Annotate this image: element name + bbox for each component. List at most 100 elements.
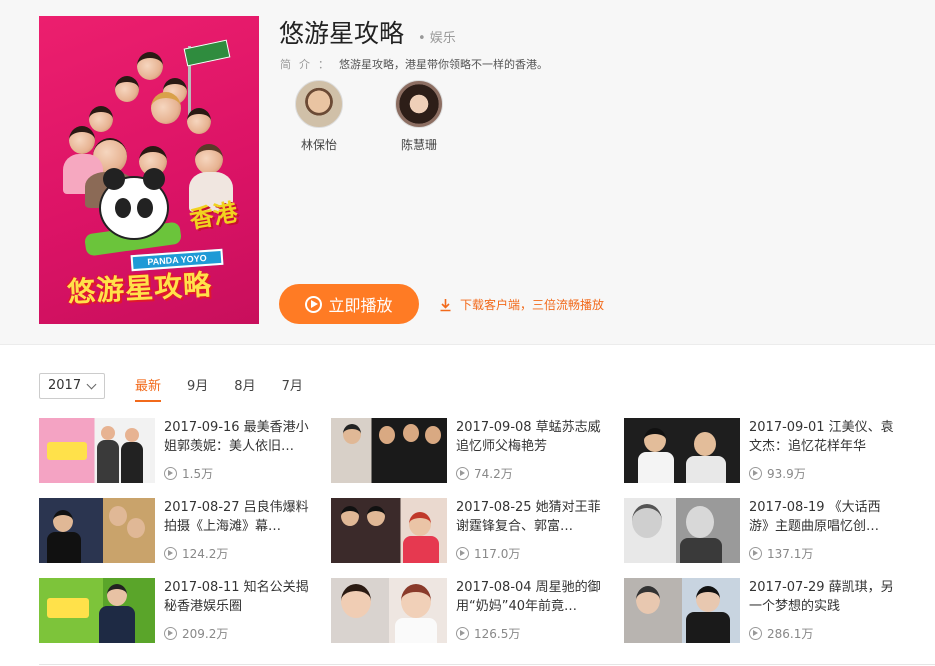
- cast-member[interactable]: 陈慧珊: [384, 80, 454, 153]
- poster-person: [89, 106, 113, 132]
- episode-views: 137.1万: [749, 545, 813, 562]
- episode-thumbnail[interactable]: [39, 418, 155, 483]
- poster-person: [115, 76, 139, 102]
- episode-card[interactable]: 2017-09-08 草蜢苏志威追忆师父梅艳芳 74.2万: [331, 418, 601, 484]
- episode-thumbnail[interactable]: [331, 418, 447, 483]
- panda-eye: [137, 198, 153, 218]
- genre-separator-icon: •: [418, 31, 426, 46]
- thumb-person: [101, 426, 115, 440]
- episode-title[interactable]: 2017-09-16 最美香港小姐郭羡妮：美人依旧…: [164, 418, 309, 456]
- year-select[interactable]: 2017: [39, 373, 105, 399]
- episode-title[interactable]: 2017-08-11 知名公关揭秘香港娱乐圈: [164, 578, 309, 616]
- intro-label: 简介：: [280, 58, 337, 71]
- thumb-person: [127, 518, 145, 538]
- poster-person: [151, 92, 181, 124]
- month-tabs: 最新 9月 8月 7月: [135, 375, 329, 402]
- view-count: 209.2万: [182, 627, 229, 641]
- download-client-label: 下载客户端，三倍流畅播放: [460, 298, 605, 312]
- play-count-icon: [456, 467, 469, 480]
- title-row: 悠游星攻略 • 娱乐: [279, 14, 456, 50]
- thumb-person: [121, 442, 143, 483]
- view-count: 74.2万: [474, 467, 513, 481]
- play-icon: [305, 295, 323, 313]
- thumb-logo: [47, 598, 89, 618]
- poster-person: [195, 144, 223, 174]
- episode-thumbnail[interactable]: [624, 418, 740, 483]
- episode-title[interactable]: 2017-07-29 薛凯琪，另一个梦想的实践: [749, 578, 894, 616]
- episode-thumbnail[interactable]: [624, 578, 740, 643]
- play-count-icon: [749, 467, 762, 480]
- episode-card[interactable]: 2017-07-29 薛凯琪，另一个梦想的实践 286.1万: [624, 578, 894, 644]
- episode-card[interactable]: 2017-08-25 她猜对王菲谢霆锋复合、郭富… 117.0万: [331, 498, 601, 564]
- episode-card[interactable]: 2017-08-11 知名公关揭秘香港娱乐圈 209.2万: [39, 578, 309, 644]
- tab-july[interactable]: 7月: [282, 375, 303, 402]
- episode-title[interactable]: 2017-09-08 草蜢苏志威追忆师父梅艳芳: [456, 418, 601, 456]
- thumb-person: [379, 426, 395, 444]
- tab-august[interactable]: 8月: [234, 375, 255, 402]
- view-count: 126.5万: [474, 627, 521, 641]
- thumb-person: [401, 584, 431, 618]
- play-count-icon: [164, 467, 177, 480]
- play-now-button[interactable]: 立即播放: [279, 284, 419, 324]
- cast-avatar[interactable]: [295, 80, 343, 128]
- episode-views: 286.1万: [749, 625, 813, 642]
- intro-text: 悠游星攻略，港星带你领略不一样的香港。: [339, 58, 548, 71]
- episode-card[interactable]: 2017-09-01 江美仪、袁文杰：追忆花样年华 93.9万: [624, 418, 894, 484]
- poster-logo-text: 悠游星攻略: [66, 268, 213, 309]
- episode-thumbnail[interactable]: [624, 498, 740, 563]
- episode-title[interactable]: 2017-08-04 周星驰的御用“奶妈”40年前竟…: [456, 578, 601, 616]
- year-select-value: 2017: [48, 378, 82, 393]
- episode-thumbnail[interactable]: [331, 498, 447, 563]
- episode-views: 209.2万: [164, 625, 228, 642]
- thumb-person: [99, 606, 135, 643]
- play-count-icon: [456, 627, 469, 640]
- poster-panda: [99, 168, 169, 240]
- episode-card[interactable]: 2017-08-19 《大话西游》主题曲原唱忆创… 137.1万: [624, 498, 894, 564]
- episode-thumbnail[interactable]: [39, 498, 155, 563]
- thumb-person: [644, 428, 666, 452]
- episode-card[interactable]: 2017-08-27 吕良伟爆料拍摄《上海滩》幕… 124.2万: [39, 498, 309, 564]
- episode-thumbnail[interactable]: [39, 578, 155, 643]
- thumb-person: [696, 586, 720, 612]
- thumb-person: [109, 506, 127, 526]
- thumb-person: [409, 512, 431, 536]
- thumb-person: [107, 584, 127, 606]
- play-count-icon: [164, 547, 177, 560]
- show-intro: 简介： 悠游星攻略，港星带你领略不一样的香港。: [280, 56, 548, 72]
- thumb-person: [395, 618, 437, 643]
- thumb-person: [125, 428, 139, 442]
- download-icon: [440, 298, 451, 311]
- thumb-person: [341, 584, 371, 618]
- genre-link[interactable]: 娱乐: [430, 27, 456, 46]
- tab-september[interactable]: 9月: [187, 375, 208, 402]
- episode-card[interactable]: 2017-09-16 最美香港小姐郭羡妮：美人依旧… 1.5万: [39, 418, 309, 484]
- cast-avatar[interactable]: [395, 80, 443, 128]
- download-client-link[interactable]: 下载客户端，三倍流畅播放: [439, 296, 604, 313]
- episode-views: 117.0万: [456, 545, 520, 562]
- play-now-label: 立即播放: [328, 296, 393, 315]
- episode-card[interactable]: 2017-08-04 周星驰的御用“奶妈”40年前竟… 126.5万: [331, 578, 601, 644]
- episode-views: 124.2万: [164, 545, 228, 562]
- cast-name[interactable]: 陈慧珊: [384, 136, 454, 153]
- show-poster[interactable]: 香港 PANDA YOYO 悠游星攻略: [39, 16, 259, 324]
- episode-thumbnail[interactable]: [331, 578, 447, 643]
- panda-eye: [115, 198, 131, 218]
- episode-title[interactable]: 2017-08-25 她猜对王菲谢霆锋复合、郭富…: [456, 498, 601, 536]
- thumb-person: [343, 424, 361, 444]
- thumb-person: [686, 456, 726, 483]
- poster-hk-text: 香港: [187, 198, 240, 234]
- cast-name[interactable]: 林保怡: [284, 136, 354, 153]
- episode-title[interactable]: 2017-09-01 江美仪、袁文杰：追忆花样年华: [749, 418, 894, 456]
- episode-title[interactable]: 2017-08-27 吕良伟爆料拍摄《上海滩》幕…: [164, 498, 309, 536]
- poster-person: [187, 108, 211, 134]
- thumb-person: [686, 506, 714, 538]
- show-header: 香港 PANDA YOYO 悠游星攻略 悠游星攻略 • 娱乐 简介： 悠游星攻略…: [0, 0, 935, 345]
- thumb-person: [638, 452, 674, 483]
- view-count: 93.9万: [767, 467, 806, 481]
- thumb-person: [47, 532, 81, 563]
- tab-latest[interactable]: 最新: [135, 375, 162, 402]
- cast-member[interactable]: 林保怡: [284, 80, 354, 153]
- thumb-person: [686, 612, 730, 643]
- episode-title[interactable]: 2017-08-19 《大话西游》主题曲原唱忆创…: [749, 498, 894, 536]
- thumb-person: [53, 510, 73, 532]
